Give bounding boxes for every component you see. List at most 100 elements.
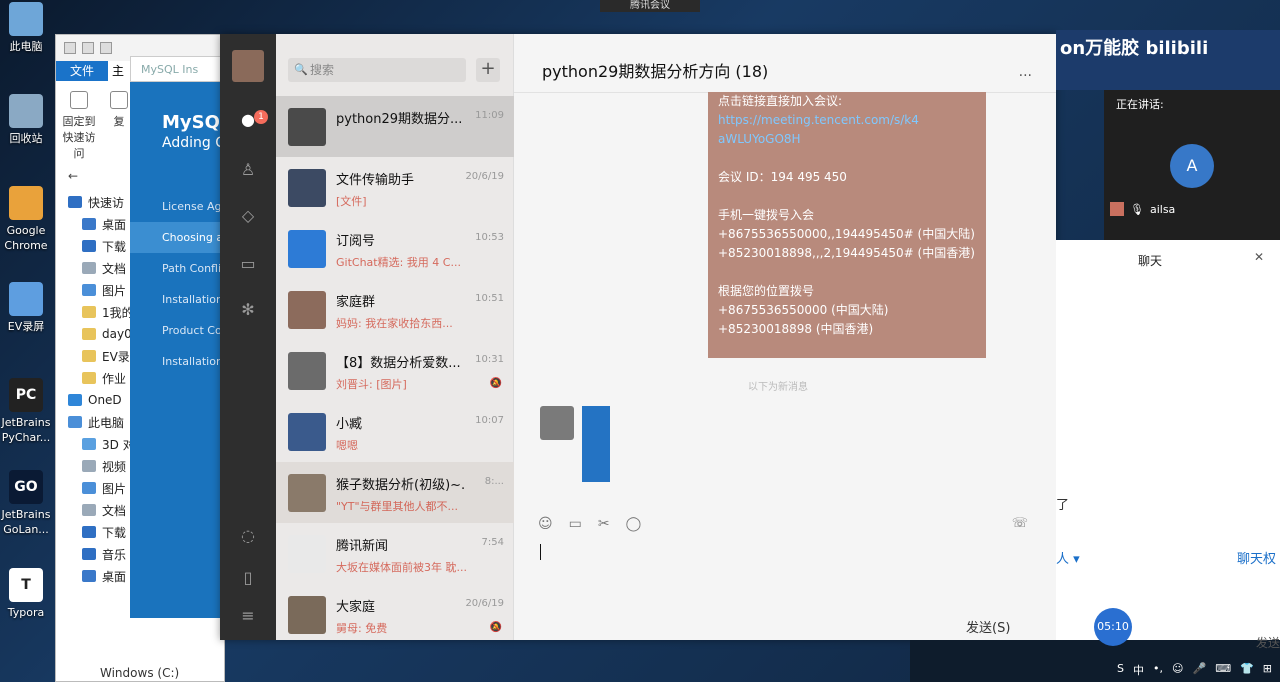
chat-item[interactable]: 【8】数据分析爱数... 刘晋斗: [图片] 10:31 🔕 — [276, 340, 514, 401]
chat-item[interactable]: 家庭群 妈妈: 我在家收拾东西... 10:51 — [276, 279, 514, 340]
search-input[interactable]: 🔍 搜索 — [288, 58, 466, 82]
send-button[interactable]: 发送(S) — [966, 617, 1010, 636]
sender-avatar[interactable] — [540, 406, 574, 440]
chat-preview: 舅母: 免费 — [336, 622, 388, 635]
chat-preview: 大坂在媒体面前被3年 耽... — [336, 561, 467, 574]
mute-icon: 🔕 — [489, 378, 502, 389]
folder-icon[interactable]: ▭ — [238, 254, 258, 274]
chat-item[interactable]: 大家庭 舅母: 免费 20/6/19 🔕 — [276, 584, 514, 645]
tray-icon[interactable]: 👕 — [1240, 662, 1254, 678]
chat-history-icon[interactable]: ◯ — [626, 516, 642, 532]
desktop-icon[interactable]: GO JetBrains GoLan... — [0, 470, 52, 537]
meeting-link[interactable]: https://meeting.tencent.com/s/k4 — [718, 111, 986, 130]
chat-time: 20/6/19 — [465, 598, 504, 609]
app-icon — [9, 94, 43, 128]
tree-item-label: 此电脑 — [88, 415, 125, 430]
chat-item[interactable]: python29期数据分... 11:09 — [276, 96, 514, 157]
meeting-timer[interactable]: 05:10 — [1094, 608, 1132, 646]
tray-icon[interactable]: 🎤 — [1192, 662, 1206, 678]
chat-name: 腾讯新闻 — [336, 539, 389, 554]
card-line: +85230018898 (中国香港) — [718, 322, 874, 336]
desktop-icon[interactable]: 此电脑 — [0, 2, 52, 54]
checkmark-icon[interactable] — [82, 42, 94, 54]
tray-icon[interactable]: ⌨ — [1215, 662, 1231, 678]
chat-fragment: 了 — [1056, 498, 1070, 513]
meeting-invite-message[interactable]: 点击链接直接加入会议: https://meeting.tencent.com/s… — [708, 92, 986, 358]
tray-icon[interactable]: •, — [1153, 662, 1163, 678]
folder-icon — [82, 482, 96, 494]
chat-permission-link[interactable]: 聊天权 — [1237, 548, 1276, 567]
properties-icon[interactable] — [64, 42, 76, 54]
search-icon: 🔍 — [294, 63, 308, 76]
file-message[interactable] — [582, 406, 610, 482]
chat-item[interactable]: 订阅号 GitChat精选: 我用 4 C... 10:53 — [276, 218, 514, 279]
tray-icon[interactable]: 中 — [1133, 662, 1144, 678]
card-line — [718, 149, 986, 168]
desktop-icon[interactable]: Google Chrome — [0, 186, 52, 253]
meeting-chat-title: 聊天 — [1138, 254, 1163, 268]
desktop-icon[interactable]: T Typora — [0, 568, 52, 620]
tree-item-label: OneD — [88, 393, 122, 407]
chat-name: 订阅号 — [336, 234, 376, 249]
speaker-panel: 正在讲话: A 🎙 ailsa — [1104, 90, 1280, 240]
mysql-step: Choosing a — [130, 222, 230, 253]
meeting-link[interactable]: aWLUYoGO8H — [718, 130, 986, 149]
desktop-icon[interactable]: EV录屏 — [0, 282, 52, 334]
copy-icon — [110, 91, 128, 109]
mini-program-icon[interactable]: ◌ — [238, 526, 258, 546]
file-icon[interactable]: ▭ — [569, 516, 582, 532]
tab-home[interactable]: 主 — [108, 61, 128, 81]
folder-icon — [82, 218, 96, 230]
cube-icon[interactable]: ◇ — [238, 206, 258, 226]
menu-icon[interactable]: ≡ — [238, 606, 258, 626]
call-icon[interactable]: ☏ — [1012, 516, 1028, 531]
avatar[interactable] — [232, 50, 264, 82]
scissors-icon[interactable]: ✂ — [598, 516, 610, 532]
desktop-icon[interactable]: PC JetBrains PyChar... — [0, 378, 52, 445]
speaking-label: 正在讲话: — [1116, 98, 1164, 111]
chat-item[interactable]: 文件传输助手 [文件] 20/6/19 — [276, 157, 514, 218]
drive-c[interactable]: Windows (C:) — [100, 666, 179, 680]
tab-file[interactable]: 文件 — [56, 61, 108, 81]
tray-icon[interactable]: ☺ — [1172, 662, 1183, 678]
folder-icon — [82, 372, 96, 384]
chat-name: 猴子数据分析(初级)~... — [336, 478, 466, 493]
system-notice: 以下为新消息 — [748, 382, 808, 393]
tencent-meeting-tray[interactable]: 腾讯会议 — [600, 0, 700, 12]
pin-quick-access-button[interactable]: 固定到快速访问 — [62, 91, 96, 160]
chat-item[interactable]: 猴子数据分析(初级)~... "YT"与群里其他人都不... 8:... — [276, 462, 514, 523]
text-cursor[interactable] — [540, 544, 541, 560]
mysql-step: Product Co — [162, 324, 222, 337]
contacts-icon[interactable]: ♙ — [238, 160, 258, 180]
add-chat-button[interactable]: + — [476, 58, 500, 82]
send-button-2[interactable]: 发送 — [1256, 634, 1280, 651]
tray-icon[interactable]: ⊞ — [1263, 662, 1272, 678]
mysql-step: Installation — [162, 293, 223, 306]
chat-preview: [文件] — [336, 195, 367, 208]
back-arrow-icon[interactable]: ← — [68, 169, 78, 183]
recipient-select[interactable]: 人 ▾ — [1056, 548, 1080, 567]
app-icon: T — [9, 568, 43, 602]
desktop-icon-label: Google Chrome — [4, 224, 48, 252]
emoji-icon[interactable]: ☺ — [538, 516, 553, 532]
moments-icon[interactable]: ✻ — [238, 300, 258, 320]
tray-icon[interactable]: S — [1117, 662, 1124, 678]
desktop-icon-label: EV录屏 — [7, 320, 45, 333]
chat-item[interactable]: 腾讯新闻 大坂在媒体面前被3年 耽... 7:54 — [276, 523, 514, 584]
folder-icon — [82, 504, 96, 516]
chat-time: 10:53 — [475, 232, 504, 243]
phone-icon[interactable]: ▯ — [238, 568, 258, 588]
chat-time: 20/6/19 — [465, 171, 504, 182]
close-icon[interactable]: ✕ — [1254, 250, 1264, 264]
input-toolbar: ☺ ▭ ✂ ◯ — [538, 516, 641, 532]
folder-icon[interactable] — [100, 42, 112, 54]
more-options-icon[interactable]: ... — [1019, 64, 1032, 80]
mysql-step: Installation — [162, 355, 223, 368]
desktop-icon[interactable]: 回收站 — [0, 94, 52, 146]
card-line: +8675536550000 (中国大陆) — [718, 303, 889, 317]
app-icon: PC — [9, 378, 43, 412]
chat-item[interactable]: 小臧 嗯嗯 10:07 — [276, 401, 514, 462]
folder-icon — [82, 328, 96, 340]
chat-list-panel: 🔍 搜索 + python29期数据分... 11:09 文件传输助手 [文件] 20/… — [276, 34, 514, 640]
chat-preview: "YT"与群里其他人都不... — [336, 500, 459, 513]
